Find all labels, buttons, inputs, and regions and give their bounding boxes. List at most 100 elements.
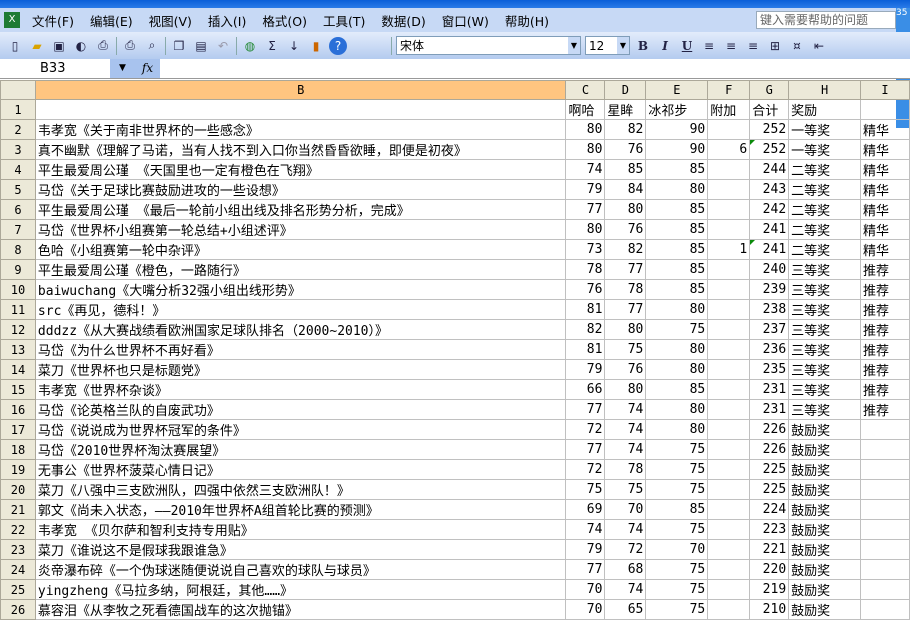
cell[interactable]: 推荐 — [860, 359, 910, 380]
cell[interactable]: 242 — [749, 199, 790, 220]
column-header-B[interactable]: B — [34, 80, 567, 100]
cell[interactable]: 三等奖 — [788, 279, 862, 300]
cell[interactable]: 80 — [604, 319, 647, 340]
header-cell[interactable] — [860, 99, 910, 120]
cell[interactable]: 243 — [749, 179, 790, 200]
cell[interactable]: 220 — [749, 559, 790, 580]
new-icon[interactable]: ▯ — [6, 37, 24, 55]
cell[interactable]: 菜刀《世界杯也只是标题党》 — [34, 359, 567, 380]
row-header[interactable]: 19 — [0, 459, 36, 480]
chart-wizard-icon[interactable]: ▮ — [307, 37, 325, 55]
row-header[interactable]: 11 — [0, 299, 36, 320]
cell[interactable] — [860, 479, 910, 500]
row-header[interactable]: 23 — [0, 539, 36, 560]
cell[interactable]: 85 — [645, 259, 709, 280]
cell[interactable]: 223 — [749, 519, 790, 540]
cell[interactable]: 推荐 — [860, 319, 910, 340]
menu-item[interactable]: 数据(D) — [373, 11, 433, 30]
cell[interactable]: 77 — [565, 559, 606, 580]
help-search-input[interactable]: 键入需要帮助的问题 — [756, 11, 896, 29]
row-header[interactable]: 15 — [0, 379, 36, 400]
cell[interactable]: 75 — [645, 559, 709, 580]
cell[interactable] — [707, 219, 751, 240]
column-header-D[interactable]: D — [604, 80, 647, 100]
cell[interactable]: 78 — [604, 459, 647, 480]
cell[interactable] — [860, 579, 910, 600]
cell[interactable]: 226 — [749, 419, 790, 440]
cell[interactable]: 90 — [645, 139, 709, 160]
row-header[interactable]: 16 — [0, 399, 36, 420]
row-header[interactable]: 9 — [0, 259, 36, 280]
cell[interactable] — [707, 539, 751, 560]
cell[interactable]: 240 — [749, 259, 790, 280]
cell[interactable]: 75 — [565, 479, 606, 500]
cell[interactable] — [707, 559, 751, 580]
cell[interactable] — [707, 119, 751, 140]
cell[interactable]: 75 — [645, 319, 709, 340]
cell[interactable]: 241 — [749, 239, 790, 260]
cell[interactable]: 74 — [604, 439, 647, 460]
cell[interactable]: 二等奖 — [788, 239, 862, 260]
cell[interactable]: 平生最爱周公瑾《橙色，一路随行》 — [34, 259, 567, 280]
cell[interactable]: 90 — [645, 119, 709, 140]
column-header-F[interactable]: F — [707, 80, 751, 100]
header-cell[interactable]: 附加 — [707, 99, 751, 120]
currency-icon[interactable]: ¤ — [788, 37, 806, 55]
cell[interactable]: 75 — [645, 519, 709, 540]
cell[interactable]: 65 — [604, 599, 647, 620]
cell[interactable]: 236 — [749, 339, 790, 360]
cell[interactable]: 推荐 — [860, 299, 910, 320]
row-header[interactable]: 1 — [0, 99, 36, 120]
cell[interactable]: 237 — [749, 319, 790, 340]
cell[interactable]: 75 — [645, 579, 709, 600]
cell[interactable]: 鼓励奖 — [788, 419, 862, 440]
cell[interactable] — [707, 399, 751, 420]
cell[interactable]: 241 — [749, 219, 790, 240]
cell[interactable]: 225 — [749, 479, 790, 500]
cell[interactable]: 一等奖 — [788, 119, 862, 140]
row-header[interactable]: 17 — [0, 419, 36, 440]
cell[interactable] — [707, 439, 751, 460]
research-icon[interactable]: ⌕ — [143, 37, 161, 55]
cell[interactable]: 菜刀《谁说这不是假球我跟谁急》 — [34, 539, 567, 560]
cell[interactable] — [860, 599, 910, 620]
cell[interactable]: 80 — [645, 419, 709, 440]
cell[interactable]: 75 — [645, 599, 709, 620]
align-left-icon[interactable]: ≡ — [700, 37, 718, 55]
cell[interactable]: 三等奖 — [788, 339, 862, 360]
font-name-select[interactable]: 宋体 ▼ — [396, 36, 581, 55]
save-icon[interactable]: ▣ — [50, 37, 68, 55]
header-cell[interactable]: 啊哈 — [565, 99, 606, 120]
cell[interactable]: 马岱《为什么世界杯不再好看》 — [34, 339, 567, 360]
cell[interactable]: 77 — [565, 399, 606, 420]
cell[interactable]: 70 — [565, 579, 606, 600]
cell[interactable]: 75 — [645, 479, 709, 500]
cell[interactable]: 80 — [565, 219, 606, 240]
cell[interactable]: 81 — [565, 299, 606, 320]
cell[interactable]: 225 — [749, 459, 790, 480]
row-header[interactable]: 5 — [0, 179, 36, 200]
row-header[interactable]: 18 — [0, 439, 36, 460]
chevron-down-icon[interactable]: ▼ — [110, 59, 135, 78]
cell[interactable]: 221 — [749, 539, 790, 560]
select-all-corner[interactable] — [0, 80, 36, 100]
cell[interactable]: 70 — [565, 599, 606, 620]
print-icon[interactable]: ⎙ — [121, 37, 139, 55]
cell[interactable]: 鼓励奖 — [788, 599, 862, 620]
cell[interactable]: 精华 — [860, 199, 910, 220]
menu-item[interactable]: 视图(V) — [141, 11, 200, 30]
cell[interactable]: 精华 — [860, 179, 910, 200]
cell[interactable]: 马岱《2010世界杯淘汰赛展望》 — [34, 439, 567, 460]
open-icon[interactable]: ▰ — [28, 37, 46, 55]
cell[interactable]: 85 — [645, 159, 709, 180]
cell[interactable]: 77 — [604, 299, 647, 320]
cell[interactable]: 239 — [749, 279, 790, 300]
column-header-G[interactable]: G — [749, 80, 790, 100]
cell[interactable]: 推荐 — [860, 259, 910, 280]
cell[interactable]: 252 — [749, 139, 790, 160]
cell[interactable]: 80 — [645, 179, 709, 200]
cell[interactable]: 79 — [565, 359, 606, 380]
cell[interactable]: 韦孝宽 《贝尔萨和智利支持专用贴》 — [34, 519, 567, 540]
align-center-icon[interactable]: ≡ — [722, 37, 740, 55]
row-header[interactable]: 26 — [0, 599, 36, 620]
